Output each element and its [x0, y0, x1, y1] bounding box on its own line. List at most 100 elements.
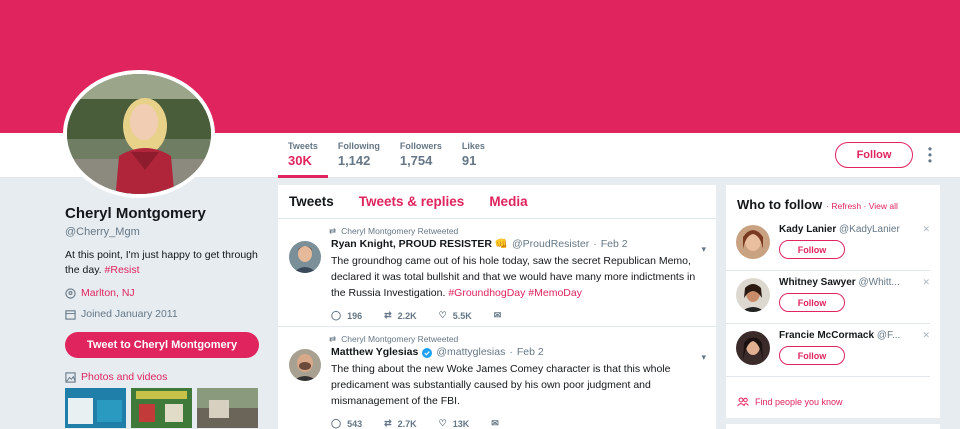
- suggestion-display-name[interactable]: Francie McCormack: [779, 330, 874, 341]
- retweet-label[interactable]: Cheryl Montgomery Retweeted: [341, 226, 458, 236]
- tweet-author-handle[interactable]: @mattyglesias: [436, 345, 505, 360]
- stat-tweets[interactable]: Tweets 30K: [278, 133, 328, 178]
- reply-count: 543: [347, 418, 363, 429]
- dismiss-icon[interactable]: ✕: [922, 330, 930, 341]
- tweet-text: The thing about the new Woke James Comey…: [331, 361, 706, 409]
- suggestion-avatar[interactable]: [736, 331, 770, 365]
- tweet-actions: ◯ 196 ⇄ 2.2K ♡ 5.5K ✉: [331, 310, 706, 321]
- tab-tweets[interactable]: Tweets: [289, 194, 334, 209]
- tweet-separator: ·: [593, 238, 597, 250]
- suggestion-follow-button[interactable]: Follow: [779, 240, 845, 259]
- envelope-icon: ✉: [493, 310, 502, 320]
- suggestion-follow-button[interactable]: Follow: [779, 346, 845, 365]
- tweet-avatar[interactable]: [289, 241, 321, 273]
- photo-thumbnails: [65, 388, 265, 428]
- retweet-label[interactable]: Cheryl Montgomery Retweeted: [341, 334, 458, 344]
- message-action[interactable]: ✉: [491, 418, 499, 429]
- message-action[interactable]: ✉: [494, 310, 502, 321]
- tweet-separator: ·: [509, 346, 513, 358]
- profile-location[interactable]: Marlton, NJ: [65, 287, 265, 299]
- stat-label: Following: [337, 141, 380, 151]
- find-people-link[interactable]: Find people you know: [726, 377, 940, 407]
- stat-value: 91: [461, 153, 477, 168]
- follow-button[interactable]: Follow: [835, 142, 913, 168]
- location-pin-icon: [65, 287, 76, 299]
- stat-label: Likes: [461, 141, 485, 151]
- suggestion-avatar[interactable]: [736, 225, 770, 259]
- dismiss-icon[interactable]: ✕: [922, 224, 930, 235]
- tweet-author-handle[interactable]: @ProudResister: [512, 237, 589, 252]
- suggestion-avatar[interactable]: [736, 278, 770, 312]
- find-people-label[interactable]: Find people you know: [755, 397, 843, 407]
- bio-hashtag[interactable]: #Resist: [105, 264, 140, 276]
- tweet-to-button[interactable]: Tweet to Cheryl Montgomery: [65, 332, 259, 358]
- joined-text: Joined January 2011: [81, 308, 178, 320]
- profile-name[interactable]: Cheryl Montgomery: [65, 205, 265, 223]
- dismiss-icon[interactable]: ✕: [922, 277, 930, 288]
- retweet-icon: ⇄: [384, 418, 392, 428]
- tab-tweets-replies[interactable]: Tweets & replies: [359, 194, 465, 209]
- reply-icon: ◯: [331, 418, 342, 428]
- chevron-down-icon[interactable]: ▾: [701, 244, 706, 255]
- stat-label: Followers: [399, 141, 442, 151]
- like-count: 13K: [452, 418, 470, 429]
- suggestion-name[interactable]: Kady Lanier @KadyLanier: [779, 218, 909, 237]
- suggestion-display-name[interactable]: Whitney Sawyer: [779, 277, 856, 288]
- bio-text: At this point, I'm just happy to get thr…: [65, 249, 258, 276]
- suggestion-handle[interactable]: @F...: [877, 330, 901, 341]
- retweet-icon: ⇄: [384, 310, 392, 320]
- retweet-icon: ⇄: [329, 333, 337, 344]
- trends-panel: [726, 424, 940, 429]
- retweet-count: 2.7K: [397, 418, 417, 429]
- more-options-icon[interactable]: • • •: [924, 143, 936, 167]
- tweet-item[interactable]: ⇄ Cheryl Montgomery Retweeted Matthew Yg…: [278, 327, 716, 429]
- profile-card: Cheryl Montgomery @Cherry_Mgm At this po…: [65, 205, 265, 428]
- tab-media[interactable]: Media: [489, 194, 527, 209]
- like-action[interactable]: ♡ 5.5K: [439, 310, 472, 321]
- tweet-avatar[interactable]: [289, 349, 321, 381]
- photo-thumbnail[interactable]: [65, 388, 126, 428]
- profile-handle[interactable]: @Cherry_Mgm: [65, 226, 265, 238]
- retweet-context: ⇄ Cheryl Montgomery Retweeted: [329, 225, 706, 237]
- heart-icon: ♡: [438, 310, 447, 320]
- stat-value: 1,754: [399, 153, 433, 168]
- suggestion-handle[interactable]: @KadyLanier: [839, 224, 900, 235]
- photos-label[interactable]: Photos and videos: [81, 371, 167, 383]
- profile-avatar[interactable]: [63, 70, 215, 198]
- tweet-author-name[interactable]: Ryan Knight, PROUD RESISTER 👊: [331, 237, 508, 252]
- photo-thumbnail[interactable]: [131, 388, 192, 428]
- reply-action[interactable]: ◯ 196: [331, 310, 362, 321]
- suggestion-name[interactable]: Whitney Sawyer @Whitt...: [779, 271, 909, 290]
- tweet-header: Ryan Knight, PROUD RESISTER 👊 @ProudResi…: [331, 237, 706, 252]
- suggestion-item: Kady Lanier @KadyLanier ✕ Follow: [726, 218, 930, 271]
- tweet-hashtags[interactable]: #GroundhogDay #MemoDay: [448, 287, 582, 299]
- tweet-date[interactable]: Feb 2: [517, 345, 544, 360]
- reply-icon: ◯: [331, 310, 342, 320]
- reply-action[interactable]: ◯ 543: [331, 418, 362, 429]
- stat-following[interactable]: Following 1,142: [328, 133, 390, 178]
- tweet-item[interactable]: ⇄ Cheryl Montgomery Retweeted Ryan Knigh…: [278, 219, 716, 327]
- photos-videos-link[interactable]: Photos and videos: [65, 371, 265, 383]
- tweet-date[interactable]: Feb 2: [601, 237, 628, 252]
- chevron-down-icon[interactable]: ▾: [701, 352, 706, 363]
- tweet-body: The thing about the new Woke James Comey…: [331, 363, 671, 407]
- tweet-author-name[interactable]: Matthew Yglesias: [331, 345, 418, 360]
- suggestion-name[interactable]: Francie McCormack @F...: [779, 324, 909, 343]
- retweet-count: 2.2K: [397, 310, 417, 321]
- photo-thumbnail[interactable]: [197, 388, 258, 428]
- stat-likes[interactable]: Likes 91: [452, 133, 495, 178]
- envelope-icon: ✉: [491, 418, 499, 428]
- retweet-action[interactable]: ⇄ 2.2K: [384, 310, 417, 321]
- suggestion-display-name[interactable]: Kady Lanier: [779, 224, 836, 235]
- who-to-follow-header: Who to follow · Refresh · View all: [726, 185, 940, 212]
- suggestion-follow-button[interactable]: Follow: [779, 293, 845, 312]
- retweet-action[interactable]: ⇄ 2.7K: [384, 418, 417, 429]
- like-action[interactable]: ♡ 13K: [439, 418, 470, 429]
- suggestion-handle[interactable]: @Whitt...: [858, 277, 899, 288]
- location-text[interactable]: Marlton, NJ: [81, 287, 135, 299]
- profile-joined: Joined January 2011: [65, 308, 265, 320]
- refresh-view-all-links[interactable]: · Refresh · View all: [826, 201, 898, 211]
- stat-value: 30K: [288, 153, 312, 168]
- stat-followers[interactable]: Followers 1,754: [390, 133, 452, 178]
- timeline-tabs: Tweets Tweets & replies Media: [278, 185, 716, 219]
